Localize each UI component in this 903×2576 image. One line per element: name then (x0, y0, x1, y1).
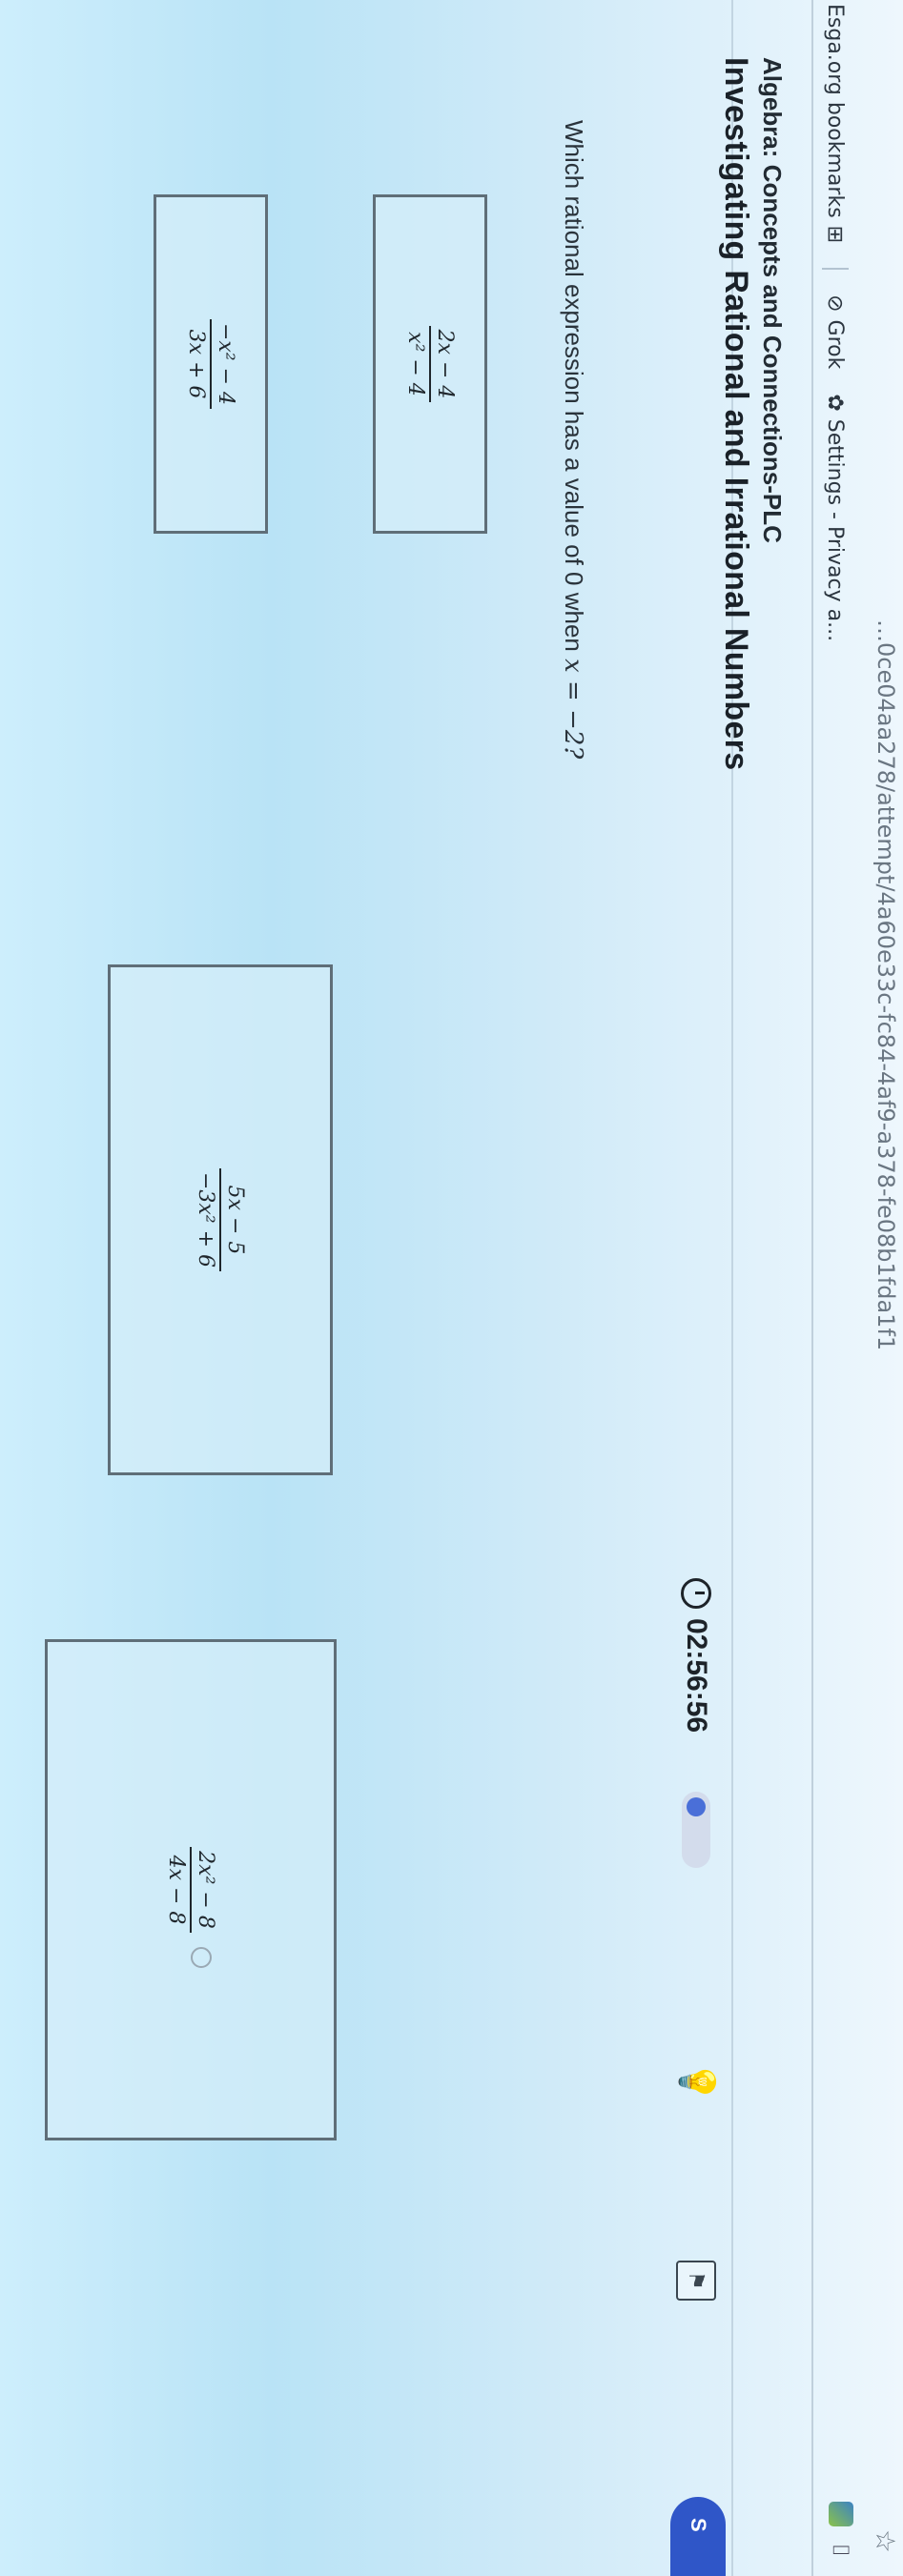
choice-radio[interactable] (191, 1947, 212, 1968)
course-name: Algebra: Concepts and Connections-PLC (758, 57, 787, 543)
stage: …0ce04aa278/attempt/4a60e33c-fc84-4af9-a… (0, 0, 903, 2576)
submit-button[interactable]: S (670, 2497, 726, 2576)
grok-icon: ⊘ (823, 294, 848, 313)
choice-numerator: 2x − 4 (433, 329, 457, 399)
fraction-bar (190, 1847, 192, 1933)
choice-fraction: −x² − 4 3x + 6 (184, 318, 237, 410)
bookmark-label: Esga.org bookmarks (823, 4, 848, 218)
timer-toggle[interactable] (682, 1792, 710, 1868)
extension-icons: ⌷ (827, 2501, 853, 2557)
timer-value: 02:56:56 (681, 1618, 712, 1734)
fraction-bar (219, 1167, 221, 1272)
bookmark-esga[interactable]: Esga.org bookmarks ⊞ (824, 4, 848, 243)
choice-denominator: 4x − 8 (164, 1855, 188, 1925)
grid-icon: ⊞ (823, 225, 848, 244)
choice-fraction: 5x − 5 −3x² + 6 (194, 1167, 247, 1272)
choice-denominator: −3x² + 6 (194, 1171, 217, 1268)
clock-icon (681, 1578, 711, 1609)
flag-button[interactable]: ⚑ (676, 2261, 716, 2301)
fraction-bar (210, 318, 212, 410)
address-bar[interactable]: …0ce04aa278/attempt/4a60e33c-fc84-4af9-a… (869, 0, 903, 2576)
choice-denominator: x² − 4 (403, 332, 427, 396)
bookmark-label: Grok (823, 319, 848, 370)
timer: 02:56:56 (680, 1578, 712, 1733)
answer-choice-c[interactable]: 5x − 5 −3x² + 6 (108, 964, 333, 1475)
gear-icon: ✿ (823, 394, 848, 412)
bookmark-label: Settings - Privacy a... (823, 418, 848, 642)
url-text[interactable]: …0ce04aa278/attempt/4a60e33c-fc84-4af9-a… (872, 619, 899, 1350)
choice-numerator: 5x − 5 (223, 1185, 247, 1255)
question-condition: x = −2? (559, 659, 587, 760)
choice-numerator: −x² − 4 (214, 322, 237, 406)
question-prompt: Which rational expression has a value of… (559, 120, 588, 759)
lightbulb-icon[interactable]: 💡 (678, 2060, 717, 2103)
sidebar-toggle-icon[interactable]: ⌷ (827, 2544, 853, 2557)
choice-numerator: 2x² − 8 (194, 1851, 217, 1929)
bookmark-grok[interactable]: ⊘ Grok (824, 294, 848, 369)
choice-fraction: 2x² − 8 4x − 8 (164, 1847, 217, 1933)
question-text: Which rational expression has a value of… (560, 120, 588, 652)
bookmark-separator (822, 268, 849, 271)
extension-icon[interactable] (829, 2501, 853, 2526)
bookmarks-bar: Esga.org bookmarks ⊞ ⊘ Grok ✿ Settings -… (811, 0, 857, 2576)
choice-fraction: 2x − 4 x² − 4 (403, 325, 457, 403)
bookmark-settings[interactable]: ✿ Settings - Privacy a... (824, 394, 848, 641)
flag-icon: ⚑ (685, 2271, 708, 2290)
lesson-title: Investigating Rational and Irrational Nu… (718, 57, 754, 771)
answer-choice-d[interactable]: 2x² − 8 4x − 8 (45, 1639, 337, 2140)
fraction-bar (429, 325, 431, 403)
toggle-knob (687, 1797, 706, 1816)
bookmark-star-icon[interactable]: ☆ (870, 2529, 901, 2553)
answer-choice-b[interactable]: −x² − 4 3x + 6 (154, 194, 268, 534)
answer-choice-a[interactable]: 2x − 4 x² − 4 (373, 194, 487, 534)
submit-label: S (687, 2518, 710, 2532)
choice-denominator: 3x + 6 (184, 329, 208, 399)
